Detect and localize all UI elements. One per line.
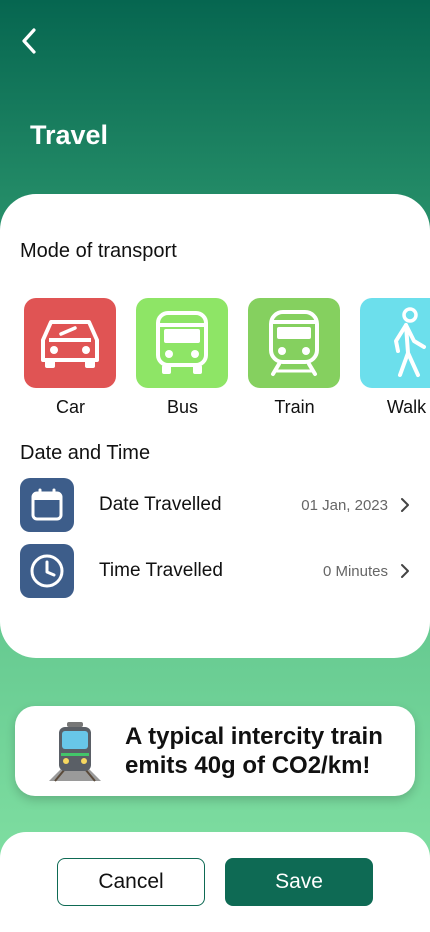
walk-icon bbox=[394, 307, 426, 377]
bus-tile bbox=[136, 298, 228, 388]
mode-bus-label: Bus bbox=[166, 397, 199, 417]
tram-icon bbox=[49, 722, 101, 782]
car-icon bbox=[41, 320, 99, 368]
date-travelled-label: Date Travelled bbox=[99, 494, 222, 515]
action-footer: Cancel Save bbox=[0, 832, 430, 932]
bus-icon bbox=[156, 311, 208, 374]
transport-mode-list: Car Bus Train Walk bbox=[0, 298, 430, 428]
cancel-button[interactable]: Cancel bbox=[57, 858, 205, 906]
train-icon bbox=[269, 310, 319, 376]
chevron-right-icon bbox=[401, 498, 409, 512]
date-travelled-value: 01 Jan, 2023 bbox=[301, 496, 388, 514]
time-travelled-row[interactable]: Time Travelled 0 Minutes bbox=[20, 543, 410, 599]
back-button[interactable] bbox=[14, 26, 44, 56]
mode-walk-label: Walk bbox=[386, 397, 427, 417]
mode-car[interactable]: Car bbox=[24, 298, 117, 418]
chevron-right-icon bbox=[401, 564, 409, 578]
mode-train[interactable]: Train bbox=[248, 298, 341, 418]
mode-of-transport-heading: Mode of transport bbox=[20, 240, 177, 262]
train-tile bbox=[248, 298, 340, 388]
save-button[interactable]: Save bbox=[225, 858, 373, 906]
emission-tip-line1: A typical intercity train bbox=[125, 723, 383, 750]
time-travelled-value: 0 Minutes bbox=[322, 562, 388, 580]
time-travelled-label: Time Travelled bbox=[99, 560, 223, 581]
page-title: Travel bbox=[30, 120, 109, 150]
mode-car-label: Car bbox=[55, 397, 85, 417]
travel-form-card: Mode of transport Car Bus Train Walk Dat… bbox=[0, 194, 430, 658]
emission-tip-text: A typical intercity train emits 40g of C… bbox=[125, 722, 395, 780]
mode-walk[interactable]: Walk bbox=[360, 298, 430, 418]
emission-tip-line2: emits 40g of CO2/km! bbox=[125, 752, 371, 779]
calendar-icon bbox=[31, 488, 63, 521]
clock-icon bbox=[30, 554, 64, 588]
walk-tile bbox=[360, 298, 430, 388]
calendar-icon-tile bbox=[20, 478, 74, 532]
mode-train-label: Train bbox=[274, 397, 315, 417]
mode-bus[interactable]: Bus bbox=[136, 298, 229, 418]
emission-tip-card: A typical intercity train emits 40g of C… bbox=[15, 706, 415, 796]
chevron-left-icon bbox=[22, 28, 36, 54]
clock-icon-tile bbox=[20, 544, 74, 598]
date-and-time-heading: Date and Time bbox=[20, 442, 151, 464]
date-travelled-row[interactable]: Date Travelled 01 Jan, 2023 bbox=[20, 477, 410, 533]
car-tile bbox=[24, 298, 116, 388]
